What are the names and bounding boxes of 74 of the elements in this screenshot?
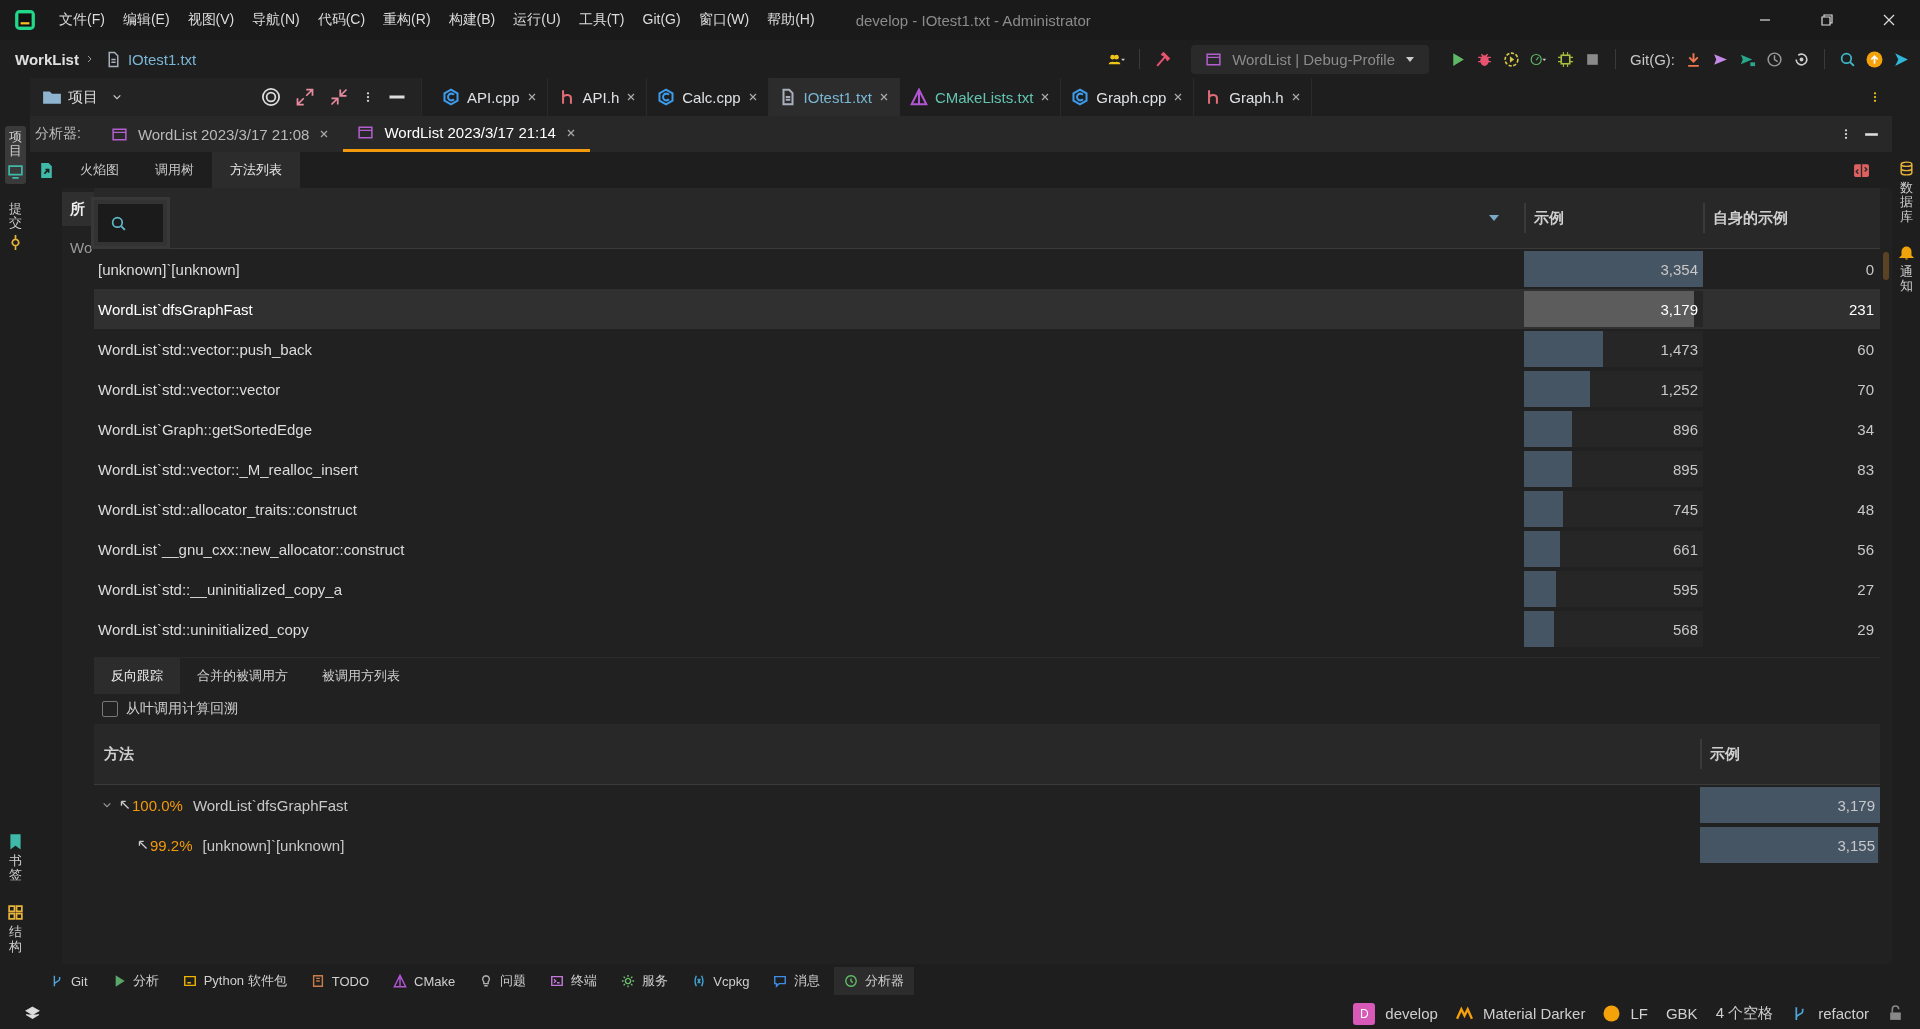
branch-widget[interactable]: develop	[1385, 1005, 1438, 1022]
table-row[interactable]: WordList`Graph::getSortedEdge 896 34	[94, 409, 1880, 449]
panel-tab[interactable]: 合并的被调用方	[180, 658, 305, 694]
tool-window-button[interactable]: 提交	[4, 197, 26, 256]
table-row[interactable]: WordList`dfsGraphFast 3,179 231	[94, 289, 1880, 329]
tree-row[interactable]: 99.2% [unknown]`[unknown] 3,155	[94, 825, 1880, 865]
method-name: [unknown]`[unknown]	[202, 836, 345, 854]
tool-window-tab[interactable]: 分析	[101, 967, 169, 995]
menu-item[interactable]: 导航(N)	[243, 11, 309, 29]
tool-window-tab[interactable]: 分析器	[834, 967, 915, 995]
branch-badge: D	[1353, 1002, 1376, 1025]
tool-window-tab[interactable]: Git	[40, 968, 98, 994]
tool-window-tab[interactable]: TODO	[300, 968, 380, 994]
panel-tab[interactable]: 反向跟踪	[94, 658, 180, 694]
menu-item[interactable]: 编辑(E)	[113, 11, 179, 29]
menu-item[interactable]: 运行(U)	[504, 11, 570, 29]
tool-window-tab[interactable]: 服务	[611, 967, 679, 995]
menu-item[interactable]: 窗口(W)	[689, 11, 759, 29]
filter-item[interactable]: Wo	[62, 230, 94, 264]
menu-item[interactable]: 构建(B)	[439, 11, 505, 29]
tool-window-button[interactable]: 数据库	[1897, 160, 1915, 224]
table-row[interactable]: WordList`std::vector::push_back 1,473 60	[94, 329, 1880, 369]
view-tab[interactable]: 火焰图	[62, 152, 137, 188]
table-row[interactable]: WordList`std::allocator_traits::construct 745 48	[94, 489, 1880, 529]
table-row[interactable]: WordList`__gnu_cxx::new_allocator::construct 661 56	[94, 529, 1880, 569]
tool-window-tab[interactable]: 问题	[469, 967, 537, 995]
encoding[interactable]: GBK	[1665, 1005, 1698, 1022]
checkbox-label: 从叶调用计算回溯	[126, 700, 238, 718]
panel-tab[interactable]: 被调用方列表	[305, 658, 417, 694]
editor-tab[interactable]: IOtest1.txt	[768, 78, 900, 116]
table-row[interactable]: WordList`std::uninitialized_copy 568 29	[94, 609, 1880, 649]
method-name: WordList`dfsGraphFast	[192, 796, 348, 814]
tool-window-tab[interactable]: CMake	[383, 968, 466, 994]
tool-window-tab[interactable]: Vcpkg	[682, 968, 760, 994]
column-header[interactable]: 示例	[1524, 203, 1703, 233]
menu-item[interactable]: 工具(T)	[569, 11, 634, 29]
view-tab[interactable]: 方法列表	[212, 152, 300, 188]
menu-item[interactable]: 重构(R)	[374, 11, 440, 29]
window-title: develop - IOtest1.txt - Administrator	[855, 11, 1091, 29]
breadcrumb-project[interactable]: WorkList	[15, 50, 79, 68]
tool-window-button[interactable]: 项目	[4, 126, 26, 184]
table-row[interactable]: [unknown]`[unknown] 3,354 0	[94, 249, 1880, 289]
git-label: Git(G):	[1630, 50, 1675, 68]
tool-window-button[interactable]: 通知	[1897, 243, 1915, 294]
view-tab[interactable]: 调用树	[137, 152, 212, 188]
breadcrumb-file[interactable]: IOtest1.txt	[127, 50, 197, 68]
line-separator[interactable]: LF	[1630, 1005, 1648, 1022]
menu-item[interactable]: 文件(F)	[50, 11, 114, 29]
menu-item[interactable]: Git(G)	[633, 11, 690, 29]
menu-item[interactable]: 代码(C)	[308, 11, 375, 29]
filter-item[interactable]: 所	[62, 192, 94, 226]
percentage: 100.0%	[132, 796, 183, 814]
percentage: 99.2%	[150, 836, 193, 854]
table-row[interactable]: WordList`std::vector::_M_realloc_insert 895 83	[94, 449, 1880, 489]
column-header[interactable]: 方法	[94, 739, 1700, 769]
tool-window-button[interactable]: 书签	[4, 828, 26, 887]
column-header[interactable]: 示例	[1700, 739, 1880, 769]
indent-setting[interactable]: 4 个空格	[1715, 1004, 1774, 1023]
analyzer-label: 分析器:	[34, 125, 82, 143]
table-row[interactable]: WordList`std::vector::vector 1,252 70	[94, 369, 1880, 409]
table-row[interactable]: WordList`std::__uninitialized_copy_a 595 27	[94, 569, 1880, 609]
menu-item[interactable]: 视图(V)	[178, 11, 244, 29]
profiler-tab[interactable]: WordList 2023/3/17 21:08	[96, 116, 344, 152]
run-configuration-dropdown[interactable]: WordList | Debug-Profile	[1191, 44, 1429, 74]
tool-window-button[interactable]: 结构	[4, 900, 26, 958]
project-panel-title[interactable]: 项目	[68, 87, 98, 107]
menu-item[interactable]: 帮助(H)	[758, 11, 824, 29]
theme-widget[interactable]: Material Darker	[1482, 1005, 1586, 1022]
tool-window-tab[interactable]: 终端	[540, 967, 608, 995]
column-header[interactable]: 自身的示例	[1703, 203, 1880, 233]
vcs-branch[interactable]: refactor	[1818, 1005, 1869, 1022]
tool-window-tab[interactable]: Python 软件包	[172, 967, 297, 995]
tool-window-tab[interactable]: 消息	[763, 967, 831, 995]
tree-row[interactable]: 100.0% WordList`dfsGraphFast 3,179	[94, 785, 1880, 825]
